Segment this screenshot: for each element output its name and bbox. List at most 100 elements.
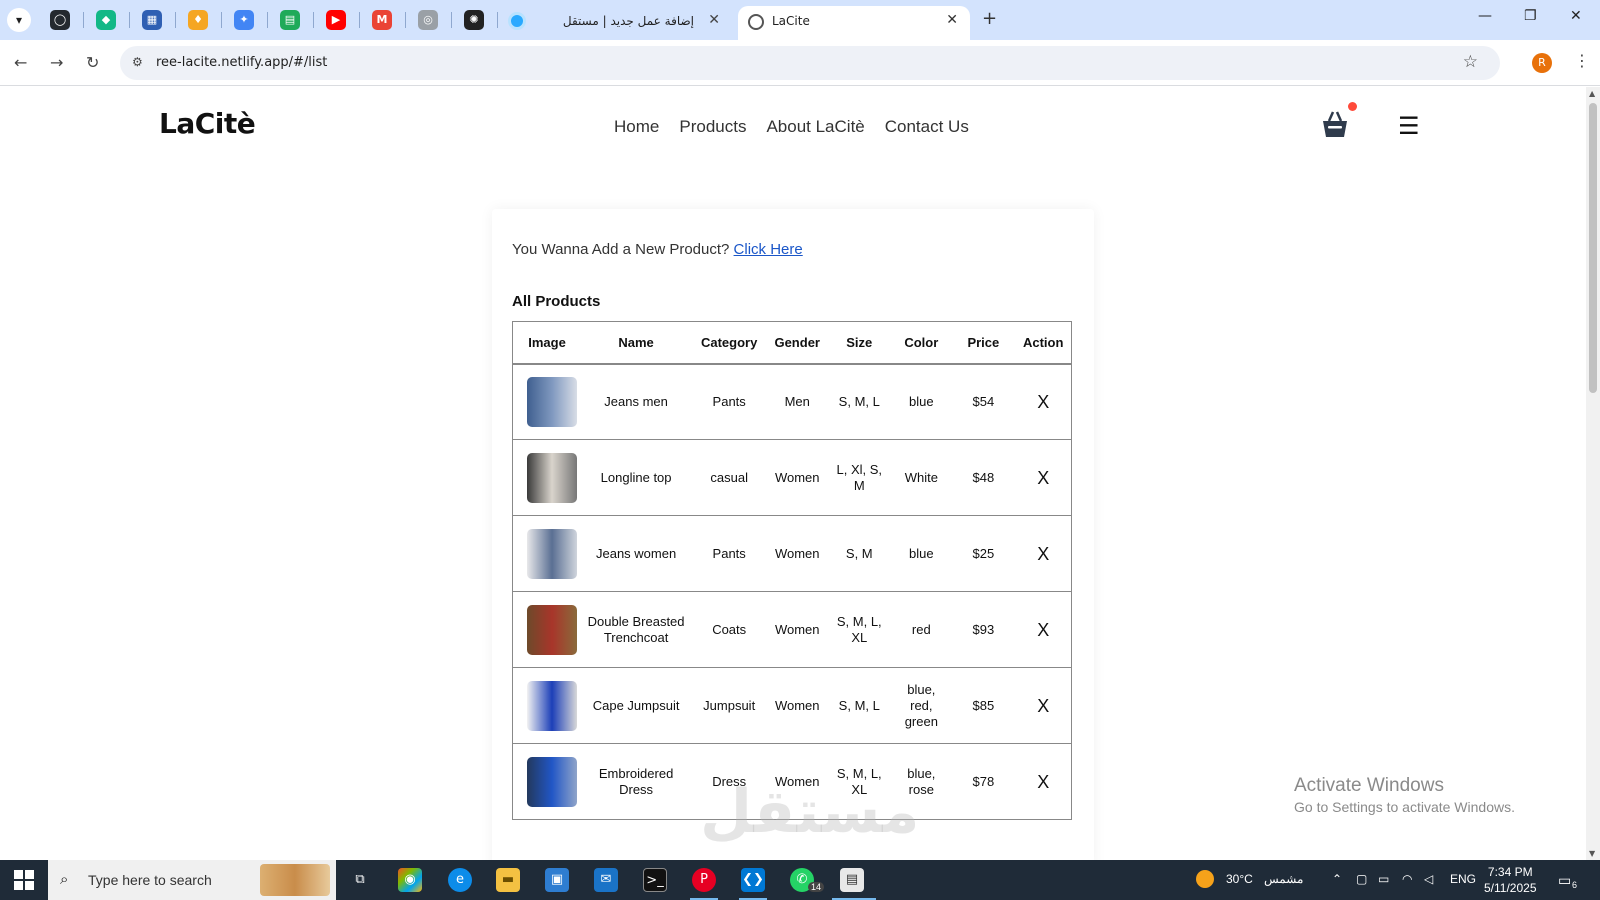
reload-icon[interactable]: ↻ xyxy=(86,53,99,72)
taskbar-search-box[interactable]: ⌕ Type here to search xyxy=(48,860,336,900)
tab-close-icon[interactable]: ✕ xyxy=(946,12,958,28)
scroll-up-icon[interactable]: ▲ xyxy=(1589,89,1595,98)
new-tab-icon[interactable]: + xyxy=(982,8,997,29)
pinterest-icon[interactable]: P xyxy=(692,868,716,892)
globe-icon xyxy=(748,14,764,30)
edge-icon[interactable]: e xyxy=(448,868,472,892)
col-gender: Gender xyxy=(767,321,828,365)
tab-close-icon[interactable]: ✕ xyxy=(708,12,720,28)
weather-sun-icon[interactable] xyxy=(1196,870,1214,888)
tray-chevron-icon[interactable]: ⌃ xyxy=(1332,872,1342,886)
notifications-icon[interactable]: ▭ xyxy=(1558,872,1571,889)
address-bar[interactable]: ⚙ ree-lacite.netlify.app/#/list ☆ xyxy=(120,46,1500,80)
restore-icon[interactable]: ❐ xyxy=(1524,8,1537,24)
windows-taskbar: ⌕ Type here to search ⧉ ◉ e ▬ ▣ ✉ >_ P ❮… xyxy=(0,860,1600,900)
product-color: red xyxy=(891,591,952,668)
scroll-down-icon[interactable]: ▼ xyxy=(1589,849,1595,858)
add-product-link[interactable]: Click Here xyxy=(734,241,803,258)
add-product-prompt: You Wanna Add a New Product? Click Here xyxy=(512,241,803,258)
product-color: blue xyxy=(891,363,952,440)
search-placeholder: Type here to search xyxy=(88,872,212,888)
tab-mostaql[interactable]: إضافة عمل جديد | مستقل ✕ xyxy=(502,4,734,40)
notifications-count: 6 xyxy=(1572,880,1578,890)
windows-start-icon[interactable] xyxy=(14,870,34,890)
add-product-text: You Wanna Add a New Product? xyxy=(512,241,734,258)
store-icon[interactable]: ▣ xyxy=(545,868,569,892)
openai-icon[interactable]: ✺ xyxy=(464,10,484,30)
cart-basket-icon[interactable] xyxy=(1318,107,1352,141)
delete-product-button[interactable]: X xyxy=(1015,591,1073,668)
sheets-app-icon[interactable]: ▤ xyxy=(280,10,300,30)
products-card: You Wanna Add a New Product? Click Here … xyxy=(492,209,1094,860)
tab-separator xyxy=(359,12,360,28)
diamond-app-icon[interactable]: ◆ xyxy=(96,10,116,30)
table-row: Longline top casual Women L, Xl, S, M White $… xyxy=(512,439,1073,516)
hamburger-menu-icon[interactable]: ☰ xyxy=(1398,112,1420,140)
product-gender: Women xyxy=(767,439,828,516)
gmail-icon[interactable]: M xyxy=(372,10,392,30)
profile-avatar[interactable]: R xyxy=(1532,53,1552,73)
youtube-icon[interactable]: ▶ xyxy=(326,10,346,30)
close-window-icon[interactable]: ✕ xyxy=(1570,8,1582,24)
col-price: Price xyxy=(951,321,1016,365)
github-icon[interactable]: ◯ xyxy=(50,10,70,30)
product-category: Coats xyxy=(691,591,768,668)
flame-app-icon[interactable]: ♦ xyxy=(188,10,208,30)
wifi-icon[interactable]: ◠ xyxy=(1402,872,1412,886)
col-image: Image xyxy=(512,321,582,365)
browser-menu-icon[interactable]: ⋮ xyxy=(1574,51,1590,70)
product-image-cell xyxy=(512,439,582,516)
battery-icon[interactable]: ▭ xyxy=(1378,872,1389,886)
site-logo[interactable]: LaCitè xyxy=(159,107,256,140)
temperature[interactable]: 30°C xyxy=(1226,872,1253,886)
weather-text[interactable]: مشمس xyxy=(1264,872,1303,886)
forward-icon[interactable]: → xyxy=(50,53,63,72)
mail-icon[interactable]: ✉ xyxy=(594,868,618,892)
clock[interactable]: 7:34 PM 5/11/2025 xyxy=(1484,864,1537,896)
nav-home[interactable]: Home xyxy=(614,117,659,137)
delete-product-button[interactable]: X xyxy=(1015,363,1073,440)
products-table-body: Jeans men Pants Men S, M, Lblue $54 X Longline… xyxy=(512,363,1073,820)
browser-toolbar: ← → ↻ ⚙ ree-lacite.netlify.app/#/list ☆ … xyxy=(0,40,1600,86)
table-header-row: Image Name Category Gender Size Color Pr… xyxy=(512,321,1073,365)
tab-separator xyxy=(221,12,222,28)
scrollbar-thumb[interactable] xyxy=(1589,103,1597,393)
vscode-icon[interactable]: ❮❯ xyxy=(741,868,765,892)
tab-separator xyxy=(267,12,268,28)
page-scrollbar[interactable]: ▲ ▼ xyxy=(1586,87,1600,860)
nav-about[interactable]: About LaCitè xyxy=(766,117,864,137)
tab-search-button[interactable]: ▾ xyxy=(7,8,31,32)
delete-product-button[interactable]: X xyxy=(1015,439,1073,516)
product-name: Longline top xyxy=(581,439,692,516)
task-view-icon[interactable]: ⧉ xyxy=(348,868,372,892)
product-gender: Women xyxy=(767,515,828,592)
tab-title: إضافة عمل جديد | مستقل xyxy=(562,14,694,28)
site-settings-icon[interactable]: ⚙ xyxy=(132,55,143,69)
sparkle-app-icon[interactable]: ✦ xyxy=(234,10,254,30)
minimize-icon[interactable]: — xyxy=(1478,8,1492,24)
tab-separator xyxy=(129,12,130,28)
delete-product-button[interactable]: X xyxy=(1015,667,1073,744)
nav-contact[interactable]: Contact Us xyxy=(885,117,969,137)
product-thumbnail xyxy=(527,528,577,579)
copilot-icon[interactable]: ◉ xyxy=(398,868,422,892)
tab-lacite[interactable]: LaCite ✕ xyxy=(738,6,970,40)
delete-product-button[interactable]: X xyxy=(1015,515,1073,592)
back-icon[interactable]: ← xyxy=(14,53,27,72)
language-indicator[interactable]: ENG xyxy=(1450,872,1476,886)
cat-app-icon[interactable]: ◎ xyxy=(418,10,438,30)
file-explorer-icon[interactable]: ▬ xyxy=(496,868,520,892)
notepad-icon[interactable]: ▤ xyxy=(840,868,864,892)
delete-product-button[interactable]: X xyxy=(1015,743,1073,820)
product-color: White xyxy=(891,439,952,516)
mostaql-watermark: مستقل xyxy=(700,777,920,847)
dashboard-app-icon[interactable]: ▦ xyxy=(142,10,162,30)
product-name: Embroidered Dress xyxy=(581,743,692,820)
volume-icon[interactable]: ◁ xyxy=(1424,872,1433,886)
url-text[interactable]: ree-lacite.netlify.app/#/list xyxy=(156,55,327,70)
terminal-icon[interactable]: >_ xyxy=(643,868,667,892)
cart-notification-dot xyxy=(1348,102,1357,111)
nav-products[interactable]: Products xyxy=(679,117,746,137)
bookmark-star-icon[interactable]: ☆ xyxy=(1463,52,1478,72)
meet-icon[interactable]: ▢ xyxy=(1356,872,1367,886)
